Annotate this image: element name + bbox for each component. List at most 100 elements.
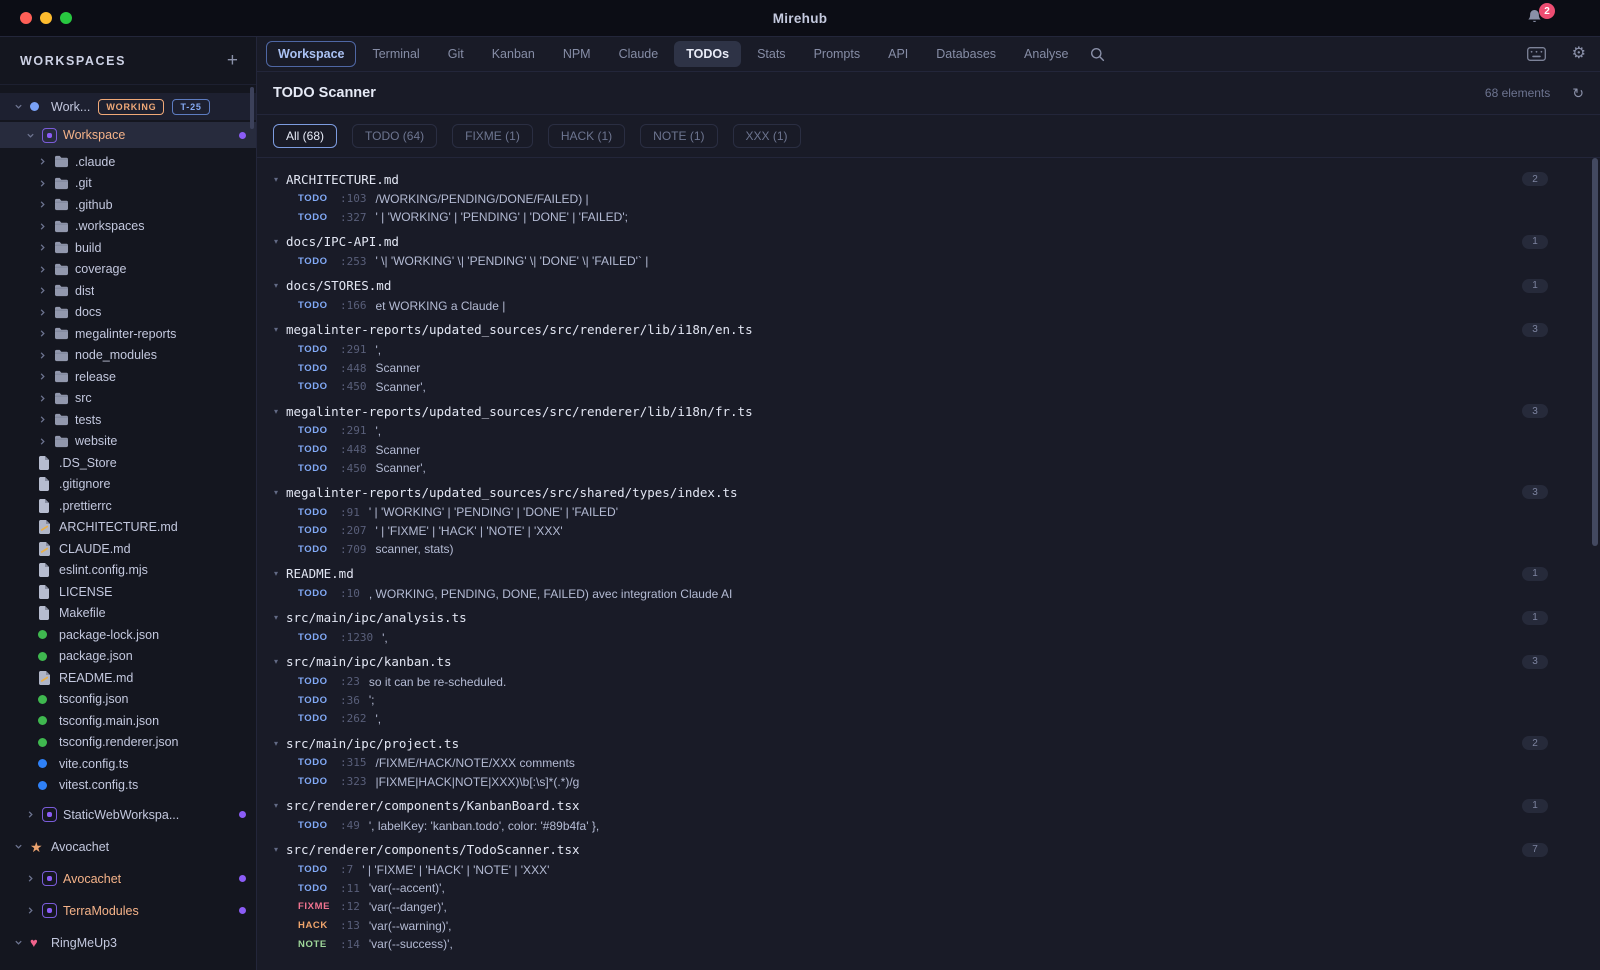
- refresh-button[interactable]: ↻: [1572, 85, 1584, 102]
- tree-item-tests[interactable]: tests: [0, 409, 256, 431]
- sidebar-scrollbar-thumb[interactable]: [250, 87, 254, 129]
- search-button[interactable]: [1090, 47, 1105, 62]
- todo-entry[interactable]: NOTE:14'var(--success)',: [274, 935, 1548, 954]
- tree-item-work[interactable]: Work...WORKINGT-25: [0, 93, 256, 120]
- tab-git[interactable]: Git: [436, 41, 476, 67]
- chevron-right-icon[interactable]: [38, 265, 54, 274]
- todo-entry[interactable]: TODO:448Scanner: [274, 440, 1548, 459]
- todo-entry[interactable]: TODO:291',: [274, 422, 1548, 441]
- tree-item-avocachet[interactable]: Avocachet: [0, 865, 256, 892]
- notifications-button[interactable]: 2: [1526, 8, 1548, 30]
- tree-item-license[interactable]: LICENSE: [0, 581, 256, 603]
- chevron-right-icon[interactable]: [38, 157, 54, 166]
- tab-kanban[interactable]: Kanban: [480, 41, 547, 67]
- tree-item-workspaces[interactable]: .workspaces: [0, 216, 256, 238]
- chevron-right-icon[interactable]: [38, 308, 54, 317]
- filter-hack-1[interactable]: HACK (1): [548, 124, 625, 148]
- todo-entry[interactable]: TODO:91' | 'WORKING' | 'PENDING' | 'DONE…: [274, 503, 1548, 522]
- tab-todos[interactable]: TODOs: [674, 41, 741, 67]
- tree-item-avocachet[interactable]: ★Avocachet: [0, 833, 256, 860]
- tab-databases[interactable]: Databases: [924, 41, 1008, 67]
- tree-item-eslint-config-mjs[interactable]: eslint.config.mjs: [0, 560, 256, 582]
- chevron-right-icon[interactable]: [38, 415, 54, 424]
- chevron-down-icon[interactable]: [14, 842, 30, 851]
- filter-note-1[interactable]: NOTE (1): [640, 124, 717, 148]
- chevron-right-icon[interactable]: [26, 906, 42, 915]
- tab-prompts[interactable]: Prompts: [802, 41, 873, 67]
- todo-entry[interactable]: TODO:11'var(--accent)',: [274, 879, 1548, 898]
- collapse-triangle-icon[interactable]: ▾: [274, 407, 286, 416]
- tree-item-release[interactable]: release: [0, 366, 256, 388]
- todo-file-header[interactable]: ▾README.md1: [274, 563, 1548, 584]
- todo-entry[interactable]: TODO:450Scanner',: [274, 378, 1548, 397]
- tree-item-architecture-md[interactable]: ARCHITECTURE.md: [0, 517, 256, 539]
- todo-file-header[interactable]: ▾src/main/ipc/analysis.ts1: [274, 607, 1548, 628]
- todo-entry[interactable]: TODO:291',: [274, 340, 1548, 359]
- chevron-right-icon[interactable]: [38, 372, 54, 381]
- tree-item-makefile[interactable]: Makefile: [0, 603, 256, 625]
- todo-entry[interactable]: TODO:166et WORKING a Claude |: [274, 296, 1548, 315]
- chevron-right-icon[interactable]: [38, 200, 54, 209]
- filter-all-68[interactable]: All (68): [273, 124, 337, 148]
- chevron-right-icon[interactable]: [38, 329, 54, 338]
- tree-item-claude-md[interactable]: CLAUDE.md: [0, 538, 256, 560]
- chevron-down-icon[interactable]: [14, 102, 30, 111]
- collapse-triangle-icon[interactable]: ▾: [274, 739, 286, 748]
- todo-entry[interactable]: TODO:323|FIXME|HACK|NOTE|XXX)\b[:\s]*(.*…: [274, 772, 1548, 791]
- collapse-triangle-icon[interactable]: ▾: [274, 801, 286, 810]
- tree-item-docs[interactable]: docs: [0, 302, 256, 324]
- chevron-right-icon[interactable]: [38, 437, 54, 446]
- tree-item-vite-config-ts[interactable]: vite.config.ts: [0, 753, 256, 775]
- chevron-right-icon[interactable]: [38, 243, 54, 252]
- todo-file-header[interactable]: ▾src/renderer/components/KanbanBoard.tsx…: [274, 795, 1548, 816]
- todo-entry[interactable]: TODO:709scanner, stats): [274, 540, 1548, 559]
- chevron-down-icon[interactable]: [14, 938, 30, 947]
- collapse-triangle-icon[interactable]: ▾: [274, 613, 286, 622]
- collapse-triangle-icon[interactable]: ▾: [274, 237, 286, 246]
- chevron-right-icon[interactable]: [38, 179, 54, 188]
- tab-api[interactable]: API: [876, 41, 920, 67]
- todo-file-header[interactable]: ▾docs/STORES.md1: [274, 275, 1548, 296]
- todo-entry[interactable]: TODO:450Scanner',: [274, 459, 1548, 478]
- filter-todo-64[interactable]: TODO (64): [352, 124, 437, 148]
- add-workspace-button[interactable]: +: [227, 51, 238, 70]
- todo-file-header[interactable]: ▾src/main/ipc/kanban.ts3: [274, 651, 1548, 672]
- todo-file-header[interactable]: ▾docs/IPC-API.md1: [274, 231, 1548, 252]
- todo-file-header[interactable]: ▾megalinter-reports/updated_sources/src/…: [274, 401, 1548, 422]
- chevron-right-icon[interactable]: [26, 874, 42, 883]
- tree-item-tsconfig-json[interactable]: tsconfig.json: [0, 689, 256, 711]
- tree-item-node-modules[interactable]: node_modules: [0, 345, 256, 367]
- tree-item-vitest-config-ts[interactable]: vitest.config.ts: [0, 775, 256, 797]
- todo-entry[interactable]: TODO:7' | 'FIXME' | 'HACK' | 'NOTE' | 'X…: [274, 860, 1548, 879]
- tab-stats[interactable]: Stats: [745, 41, 798, 67]
- tab-workspace[interactable]: Workspace: [266, 41, 356, 67]
- todo-entry[interactable]: TODO:315/FIXME/HACK/NOTE/XXX comments: [274, 754, 1548, 773]
- todo-file-header[interactable]: ▾src/renderer/components/TodoScanner.tsx…: [274, 839, 1548, 860]
- tree-item-github[interactable]: .github: [0, 194, 256, 216]
- todo-entry[interactable]: TODO:36';: [274, 691, 1548, 710]
- todo-entry[interactable]: TODO:1230',: [274, 628, 1548, 647]
- chevron-right-icon[interactable]: [26, 810, 42, 819]
- tree-item-git[interactable]: .git: [0, 173, 256, 195]
- tab-analyse[interactable]: Analyse: [1012, 41, 1080, 67]
- todo-entry[interactable]: TODO:103/WORKING/PENDING/DONE/FAILED) |: [274, 190, 1548, 209]
- tree-item-megalinter-reports[interactable]: megalinter-reports: [0, 323, 256, 345]
- todo-entry[interactable]: TODO:262',: [274, 710, 1548, 729]
- todo-file-header[interactable]: ▾ARCHITECTURE.md2: [274, 169, 1548, 190]
- chevron-down-icon[interactable]: [26, 131, 42, 140]
- tree-item-tsconfig-renderer-json[interactable]: tsconfig.renderer.json: [0, 732, 256, 754]
- tree-item-terramodules[interactable]: TerraModules: [0, 897, 256, 924]
- tree-item-ds-store[interactable]: .DS_Store: [0, 452, 256, 474]
- tree-item-staticwebworkspa[interactable]: StaticWebWorkspa...: [0, 801, 256, 828]
- todo-entry[interactable]: TODO:10, WORKING, PENDING, DONE, FAILED)…: [274, 584, 1548, 603]
- tree-item-build[interactable]: build: [0, 237, 256, 259]
- tree-item-readme-md[interactable]: README.md: [0, 667, 256, 689]
- tab-terminal[interactable]: Terminal: [360, 41, 431, 67]
- tree-item-website[interactable]: website: [0, 431, 256, 453]
- todo-file-header[interactable]: ▾megalinter-reports/updated_sources/src/…: [274, 482, 1548, 503]
- todo-entry[interactable]: TODO:327' | 'WORKING' | 'PENDING' | 'DON…: [274, 208, 1548, 227]
- collapse-triangle-icon[interactable]: ▾: [274, 281, 286, 290]
- shortcuts-button[interactable]: [1527, 47, 1546, 61]
- chevron-right-icon[interactable]: [38, 394, 54, 403]
- todo-file-header[interactable]: ▾src/main/ipc/project.ts2: [274, 733, 1548, 754]
